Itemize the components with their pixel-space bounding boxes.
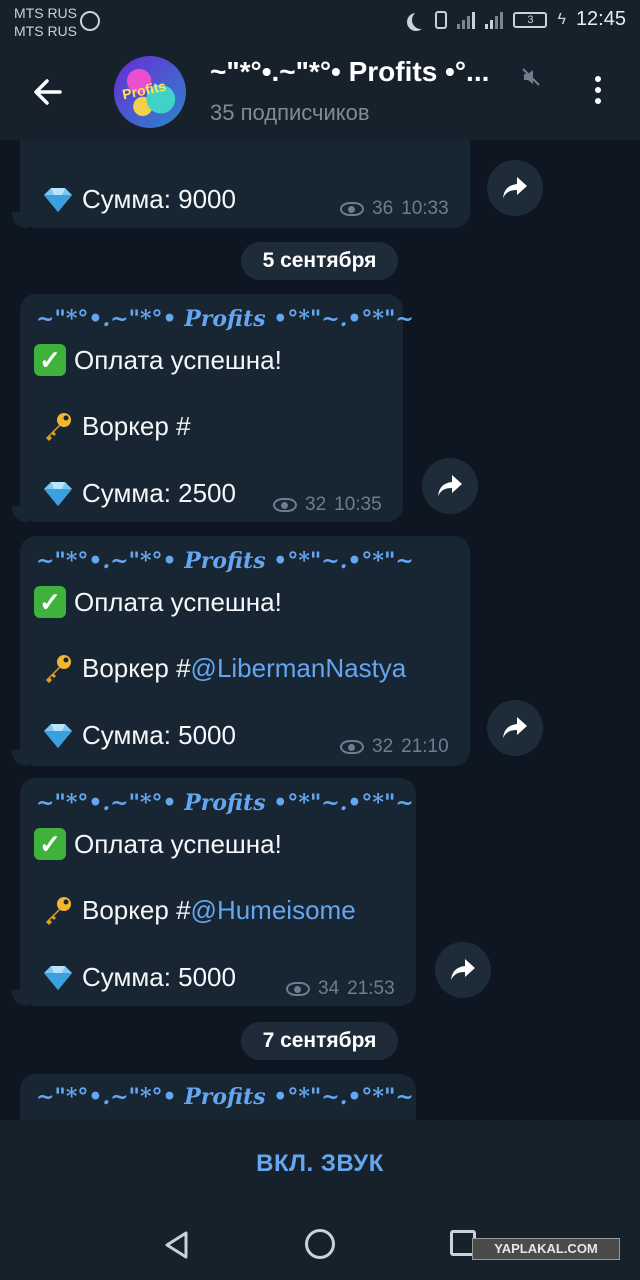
message-worker-line: Воркер # <box>42 410 191 442</box>
message-amount-line: Сумма: 5000 <box>42 720 236 751</box>
worker-mention[interactable]: @LibermanNastya <box>191 653 407 683</box>
message-status-line: ✓ Оплата успешна! <box>34 586 282 618</box>
channel-title[interactable]: ~"*°•.~"*°• Profits •°... <box>210 56 530 88</box>
nav-back-icon[interactable] <box>162 1230 192 1260</box>
share-button[interactable] <box>487 700 543 756</box>
nav-home-icon[interactable] <box>305 1229 335 1259</box>
share-icon <box>503 717 527 738</box>
message-time: 10:35 <box>334 494 382 515</box>
do-not-disturb-icon <box>412 11 430 29</box>
key-icon <box>42 894 74 926</box>
date-separator: 7 сентября <box>241 1022 398 1060</box>
worker-text: Воркер #@Humeisome <box>82 894 356 925</box>
message-status-line: ✓ Оплата успешна! <box>34 344 282 376</box>
back-button[interactable] <box>30 74 66 110</box>
check-mark-icon: ✓ <box>34 828 66 860</box>
share-icon <box>451 959 475 980</box>
worker-text: Воркер # <box>82 410 191 441</box>
status-text: Оплата успешна! <box>74 828 282 859</box>
share-icon <box>503 177 527 198</box>
more-menu-button[interactable] <box>590 76 606 108</box>
check-mark-icon: ✓ <box>34 344 66 376</box>
message-meta: 32 21:10 <box>340 736 449 758</box>
back-arrow-icon <box>34 79 62 105</box>
share-icon <box>438 475 462 496</box>
message-time: 21:53 <box>347 978 395 999</box>
diamond-icon <box>42 722 74 750</box>
vibrate-icon <box>435 10 448 29</box>
message-channel-name: ~"*°•.~"*°• Profits •°*"~.•°*"~ <box>36 790 414 816</box>
chat-header: Profits ~"*°•.~"*°• Profits •°... 35 под… <box>0 44 640 140</box>
amount-text: Сумма: 2500 <box>82 478 236 508</box>
message-status-line: ✓ Оплата успешна! <box>34 828 282 860</box>
carrier-labels: MTS RUS MTS RUS <box>14 4 77 40</box>
message-worker-line: Воркер #@LibermanNastya <box>42 652 406 684</box>
message-amount-line: Сумма: 2500 <box>42 478 236 509</box>
worker-text: Воркер #@LibermanNastya <box>82 652 407 683</box>
key-icon <box>42 652 74 684</box>
worker-mention[interactable]: @Humeisome <box>191 895 356 925</box>
views-icon <box>340 202 364 216</box>
message-time: 10:33 <box>401 198 449 219</box>
message-channel-name: ~"*°•.~"*°• Profits •°*"~.•°*"~ <box>36 548 414 574</box>
status-icons: 3 ϟ 12:45 <box>407 8 626 31</box>
share-button[interactable] <box>422 458 478 514</box>
status-bar: MTS RUS MTS RUS 3 ϟ 12:45 <box>0 0 640 44</box>
message-bubble[interactable]: ~"*°•.~"*°• Profits •°*"~.•°*"~ ✓ Оплата… <box>20 294 414 522</box>
views-icon <box>286 982 310 996</box>
share-button[interactable] <box>487 160 543 216</box>
views-icon <box>273 498 297 512</box>
message-worker-line: Воркер #@Humeisome <box>42 894 356 926</box>
message-amount-line: Сумма: 9000 <box>42 184 236 215</box>
charging-icon: ϟ <box>557 10 566 28</box>
diamond-icon <box>42 964 74 992</box>
carrier-1: MTS RUS <box>14 5 77 21</box>
channel-avatar[interactable]: Profits <box>114 56 186 128</box>
share-button[interactable] <box>435 942 491 998</box>
view-count: 34 <box>318 978 340 999</box>
bubble-tail <box>12 990 28 1006</box>
amount-text: Сумма: 9000 <box>82 184 236 214</box>
message-channel-name: ~"*°•.~"*°• Profits •°*"~.•°*"~ <box>36 1084 414 1110</box>
bubble-tail <box>12 212 28 228</box>
avatar-logo: Profits <box>120 77 168 103</box>
clock: 12:45 <box>575 8 626 30</box>
muted-icon <box>522 68 540 86</box>
signal-2-icon <box>485 11 504 29</box>
view-count: 36 <box>372 198 394 219</box>
diamond-icon <box>42 480 74 508</box>
amount-text: Сумма: 5000 <box>82 962 236 992</box>
key-icon <box>42 410 74 442</box>
status-text: Оплата успешна! <box>74 344 282 375</box>
message-bubble[interactable]: ~"*°•.~"*°• Profits •°*"~.•°*"~ ✓ Оплата… <box>20 536 470 766</box>
signal-1-icon <box>457 11 476 29</box>
bottom-action-bar: ВКЛ. ЗВУК <box>0 1120 640 1208</box>
unmute-button[interactable]: ВКЛ. ЗВУК <box>0 1120 640 1208</box>
message-amount-line: Сумма: 5000 <box>42 962 236 993</box>
battery-icon: 3 <box>513 11 548 28</box>
view-count: 32 <box>372 736 394 757</box>
diamond-icon <box>42 186 74 214</box>
watermark: YAPLAKAL.COM <box>472 1238 620 1260</box>
bubble-tail <box>12 506 28 522</box>
message-time: 21:10 <box>401 736 449 757</box>
view-count: 32 <box>305 494 327 515</box>
message-channel-name: ~"*°•.~"*°• Profits •°*"~.•°*"~ <box>36 306 414 332</box>
message-meta: 32 10:35 <box>273 494 382 516</box>
bubble-tail <box>12 750 28 766</box>
message-bubble[interactable]: Сумма: 9000 36 10:33 <box>20 140 470 228</box>
message-meta: 36 10:33 <box>340 198 449 220</box>
message-bubble[interactable]: ~"*°•.~"*°• Profits •°*"~.•°*"~ ✓ Оплата… <box>20 778 416 1006</box>
carrier-2: MTS RUS <box>14 23 77 39</box>
whatsapp-icon <box>80 11 100 31</box>
status-text: Оплата успешна! <box>74 586 282 617</box>
views-icon <box>340 740 364 754</box>
check-mark-icon: ✓ <box>34 586 66 618</box>
subscriber-count: 35 подписчиков <box>210 100 370 125</box>
message-bubble[interactable]: ~"*°•.~"*°• Profits •°*"~.•°*"~ <box>20 1074 416 1120</box>
message-meta: 34 21:53 <box>286 978 395 1000</box>
amount-text: Сумма: 5000 <box>82 720 236 750</box>
date-separator: 5 сентября <box>241 242 398 280</box>
